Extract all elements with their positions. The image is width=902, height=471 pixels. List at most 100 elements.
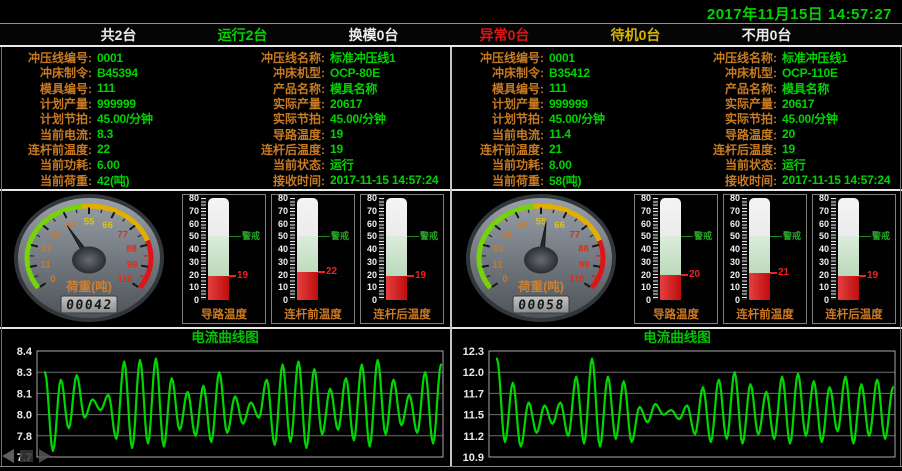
- info-row: 冲床制令:B45394: [0, 65, 225, 80]
- info-value: 标准冲压线1: [330, 49, 395, 66]
- info-row: 冲压线编号:0001: [452, 50, 677, 65]
- press-panel-1: 冲压线编号:0001冲床制令:B45394模具编号:111计划产量:999999…: [0, 47, 450, 467]
- thermo-scale-number: 60: [361, 219, 377, 229]
- info-row: 计划产量:999999: [452, 96, 677, 111]
- thermo-scale-number: 50: [813, 231, 829, 241]
- info-value: 45.00/分钟: [782, 110, 838, 127]
- info-row: 模具编号:111: [452, 81, 677, 96]
- info-row: 当前状态:运行: [225, 157, 450, 172]
- chart-y-tick-label: 11.5: [463, 410, 484, 422]
- thermo-fill: [386, 276, 407, 300]
- info-column-left: 冲压线编号:0001冲床制令:B45394模具编号:111计划产量:999999…: [0, 50, 225, 189]
- thermo-scale-number: 30: [813, 257, 829, 267]
- gauge-tick-label: 66: [554, 220, 565, 231]
- warn-line: [859, 236, 871, 237]
- info-value: 11.4: [549, 127, 571, 141]
- info-row: 接收时间:2017-11-15 14:57:24: [225, 172, 450, 187]
- info-value: 19: [782, 142, 795, 156]
- warn-label: 警戒: [783, 230, 801, 242]
- thermo-fill: [208, 276, 229, 300]
- info-row: 当前状态:运行: [677, 157, 902, 172]
- thermo-scale-number: 40: [813, 244, 829, 254]
- gauge-tick-label: 11: [41, 259, 52, 270]
- thermo-label: 导路温度: [183, 306, 265, 322]
- info-row: 导路温度:20: [677, 126, 902, 141]
- gauge-tick-label: 66: [102, 220, 113, 231]
- info-value: 0001: [97, 51, 123, 65]
- thermo-value-marker: 20: [681, 270, 700, 280]
- thermo-scale-number: 70: [635, 206, 651, 216]
- info-value: 19: [330, 142, 343, 156]
- gauge-tick-label: 99: [579, 259, 590, 270]
- info-value: 运行: [782, 156, 806, 173]
- thermo-value-marker: 22: [318, 267, 337, 277]
- thermo-scale-number: 20: [635, 270, 651, 280]
- info-value: 58(吨): [549, 172, 581, 189]
- info-section-2: 冲压线编号:0001冲床制令:B35412模具编号:111计划产量:999999…: [452, 47, 902, 189]
- warn-line: [229, 236, 241, 237]
- warn-label: 警戒: [420, 230, 438, 242]
- chart-title: 电流曲线图: [452, 329, 902, 346]
- thermo-scale-number: 0: [183, 295, 199, 305]
- status-count-label: 换模0台: [349, 25, 399, 45]
- info-value: 20: [782, 127, 795, 141]
- info-row: 连杆后温度:19: [225, 142, 450, 157]
- thermo-scale-number: 20: [272, 270, 288, 280]
- thermo-scale-number: 0: [724, 295, 740, 305]
- info-value: 运行: [330, 156, 354, 173]
- thermometers-1: 80706050403020100 警戒19导路温度80706050403020…: [182, 194, 444, 324]
- info-value: 45.00/分钟: [549, 110, 605, 127]
- gauge-tick-label: 110: [569, 274, 584, 285]
- info-value: OCP-110E: [782, 66, 838, 80]
- info-row: 产品名称:模具名称: [677, 81, 902, 96]
- info-value: 111: [549, 81, 567, 95]
- info-value: 42(吨): [97, 172, 129, 189]
- status-count-label: 异常0台: [480, 25, 530, 45]
- current-curve-chart: 12.312.011.711.511.210.9: [452, 346, 902, 467]
- current-curve-chart: 8.48.38.18.07.87.7: [0, 346, 450, 467]
- load-gauge: 0112233445566778899110荷重(吨)00042: [4, 192, 174, 326]
- chart-y-tick-label: 10.9: [463, 452, 484, 464]
- thermo-scale-number: 10: [272, 282, 288, 292]
- thermo-scale-number: 20: [724, 270, 740, 280]
- gauge-tick-label: 33: [502, 230, 513, 241]
- info-value: 模具名称: [782, 80, 829, 97]
- info-row: 导路温度:19: [225, 126, 450, 141]
- gauge-tick-label: 33: [50, 230, 61, 241]
- thermo-scale-number: 30: [183, 257, 199, 267]
- thermo-scale-number: 80: [724, 193, 740, 203]
- info-value: 20617: [782, 97, 814, 111]
- info-label: 接收时间:: [225, 172, 325, 189]
- thermo-scale-number: 40: [183, 244, 199, 254]
- panels-container: 冲压线编号:0001冲床制令:B45394模具编号:111计划产量:999999…: [0, 47, 902, 467]
- info-label: 接收时间:: [677, 172, 777, 189]
- thermo-scale-number: 70: [813, 206, 829, 216]
- info-row: 冲床制令:B35412: [452, 65, 677, 80]
- chart-y-tick-label: 8.3: [17, 367, 32, 379]
- thermo-tube: [838, 198, 859, 300]
- warn-label: 警戒: [242, 230, 260, 242]
- thermo-label: 连杆前温度: [724, 306, 806, 322]
- info-row: 冲压线名称:标准冲压线1: [225, 50, 450, 65]
- info-column-right: 冲压线名称:标准冲压线1冲床机型:OCP-80E产品名称:模具名称实际产量:20…: [225, 50, 450, 189]
- thermo-value-marker: 19: [407, 271, 426, 281]
- thermo-scale-number: 10: [813, 282, 829, 292]
- thermo-scale-number: 40: [361, 244, 377, 254]
- gauge-tick-label: 0: [502, 274, 507, 285]
- gauge-tick-label: 44: [65, 220, 76, 231]
- gauge-odometer-value: 00058: [517, 298, 565, 313]
- title-bar: 2017年11月15日 14:57:27: [0, 0, 902, 23]
- info-row: 冲压线编号:0001: [0, 50, 225, 65]
- status-count-label: 共2台: [101, 25, 137, 45]
- gauge-hub: [72, 247, 106, 274]
- screen-left-border: [1, 47, 2, 466]
- chart-section-2: 电流曲线图 12.312.011.711.511.210.9: [452, 329, 902, 467]
- thermo-scale-number: 60: [813, 219, 829, 229]
- info-value: 标准冲压线1: [782, 49, 847, 66]
- info-row: 连杆后温度:19: [677, 142, 902, 157]
- thermo-scale-number: 40: [635, 244, 651, 254]
- gauge-tick-label: 44: [517, 220, 528, 231]
- thermo-label: 连杆前温度: [272, 306, 354, 322]
- status-count-label: 待机0台: [611, 25, 661, 45]
- info-row: 实际节拍:45.00/分钟: [225, 111, 450, 126]
